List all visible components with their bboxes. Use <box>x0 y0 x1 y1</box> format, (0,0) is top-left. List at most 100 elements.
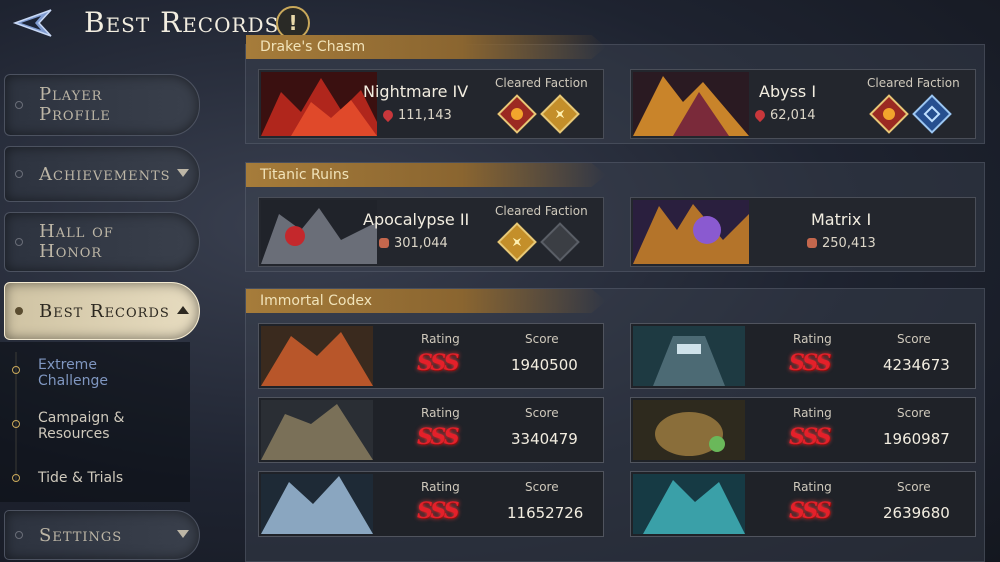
rating-label: Rating <box>793 480 832 494</box>
section-banner: Titanic Ruins <box>246 163 606 187</box>
back-arrow-icon <box>12 9 52 37</box>
rating-label: Rating <box>793 406 832 420</box>
nav-dot-icon <box>15 101 23 109</box>
power-value: 62,014 <box>752 107 816 123</box>
faction-frost-icon <box>912 94 952 134</box>
codex-record-card[interactable]: Rating SSS Score 4234673 <box>630 323 976 389</box>
section-drakes-chasm: Drake's Chasm Nightmare IV 111,143 Clear… <box>245 35 985 144</box>
codex-record-card[interactable]: Rating SSS Score 11652726 <box>258 471 604 537</box>
chevron-down-icon <box>177 169 189 177</box>
score-value: 1960987 <box>883 430 950 448</box>
sidebar-item-settings[interactable]: Settings <box>4 510 200 560</box>
submenu-item-tide-trials[interactable]: Tide & Trials <box>38 470 123 486</box>
codex-record-card[interactable]: Rating SSS Score 3340479 <box>258 397 604 463</box>
rating-label: Rating <box>421 406 460 420</box>
record-card[interactable]: Nightmare IV 111,143 Cleared Faction <box>258 69 604 139</box>
boss-name: Matrix I <box>811 210 872 229</box>
power-value: 111,143 <box>380 107 452 123</box>
records-panel: Drake's Chasm Nightmare IV 111,143 Clear… <box>245 35 985 562</box>
score-value: 1940500 <box>511 356 578 374</box>
faction-fire-icon <box>869 94 909 134</box>
boss-name: Nightmare IV <box>363 82 469 101</box>
info-button[interactable]: ! <box>276 6 310 40</box>
boss-portrait-image <box>633 474 745 534</box>
boss-portrait-image <box>261 400 373 460</box>
codex-record-card[interactable]: Rating SSS Score 1940500 <box>258 323 604 389</box>
rating-label: Rating <box>421 480 460 494</box>
rating-badge: SSS <box>417 424 460 450</box>
rating-badge: SSS <box>417 498 460 524</box>
sidebar-item-best-records[interactable]: Best Records <box>4 282 200 340</box>
boss-portrait-image <box>261 72 377 136</box>
cleared-faction-label: Cleared Faction <box>867 76 960 90</box>
score-label: Score <box>525 480 559 494</box>
power-icon <box>807 238 817 248</box>
boss-name: Abyss I <box>759 82 817 101</box>
sidebar-item-player-profile[interactable]: Player Profile <box>4 74 200 136</box>
rating-label: Rating <box>421 332 460 346</box>
faction-fire-icon <box>497 94 537 134</box>
back-button[interactable] <box>8 4 58 42</box>
submenu-item-extreme-challenge[interactable]: Extreme Challenge <box>38 357 128 389</box>
power-value: 250,413 <box>807 236 876 251</box>
boss-portrait-image <box>261 474 373 534</box>
codex-record-card[interactable]: Rating SSS Score 1960987 <box>630 397 976 463</box>
record-card[interactable]: Abyss I 62,014 Cleared Faction <box>630 69 976 139</box>
sidebar-item-label: Best Records <box>39 300 170 322</box>
record-card[interactable]: Apocalypse II 301,044 Cleared Faction <box>258 197 604 267</box>
codex-record-card[interactable]: Rating SSS Score 2639680 <box>630 471 976 537</box>
cleared-faction-label: Cleared Faction <box>495 76 588 90</box>
boss-portrait-image <box>261 200 377 264</box>
score-value: 2639680 <box>883 504 950 522</box>
score-label: Score <box>525 406 559 420</box>
power-icon <box>380 107 396 123</box>
faction-light-icon <box>497 222 537 262</box>
sidebar-item-label: Hall of Honor <box>39 221 114 262</box>
boss-portrait-image <box>633 72 749 136</box>
submenu-dot-icon <box>12 474 20 482</box>
rating-badge: SSS <box>789 350 832 376</box>
power-icon <box>752 107 768 123</box>
boss-name: Apocalypse II <box>363 210 470 229</box>
rating-badge: SSS <box>789 424 832 450</box>
power-value: 301,044 <box>379 236 448 251</box>
sidebar-item-hall-of-honor[interactable]: Hall of Honor <box>4 212 200 272</box>
sidebar-item-achievements[interactable]: Achievements <box>4 146 200 202</box>
submenu-item-campaign-resources[interactable]: Campaign & Resources <box>38 410 148 442</box>
score-label: Score <box>525 332 559 346</box>
boss-portrait-image <box>633 200 749 264</box>
section-immortal-codex: Immortal Codex Rating SSS Score 1940500 … <box>245 288 985 562</box>
sidebar: Player Profile Achievements Hall of Hono… <box>0 66 210 562</box>
section-banner: Drake's Chasm <box>246 35 606 59</box>
section-titanic-ruins: Titanic Ruins Apocalypse II 301,044 Clea… <box>245 162 985 272</box>
submenu-dot-icon <box>12 366 20 374</box>
faction-empty-icon <box>540 222 580 262</box>
nav-dot-icon <box>15 531 23 539</box>
cleared-faction-label: Cleared Faction <box>495 204 588 218</box>
score-value: 3340479 <box>511 430 578 448</box>
record-card[interactable]: Matrix I 250,413 <box>630 197 976 267</box>
chevron-up-icon <box>177 306 189 314</box>
nav-dot-icon <box>15 238 23 246</box>
score-label: Score <box>897 332 931 346</box>
boss-portrait-image <box>261 326 373 386</box>
rating-label: Rating <box>793 332 832 346</box>
sidebar-item-label: Settings <box>39 524 123 546</box>
sidebar-item-label: Player Profile <box>39 84 111 125</box>
score-value: 4234673 <box>883 356 950 374</box>
score-value: 11652726 <box>507 504 584 522</box>
submenu-dot-icon <box>12 420 20 428</box>
rating-badge: SSS <box>789 498 832 524</box>
nav-dot-icon <box>15 170 23 178</box>
boss-portrait-image <box>633 400 745 460</box>
sidebar-item-label: Achievements <box>39 163 171 185</box>
rating-badge: SSS <box>417 350 460 376</box>
score-label: Score <box>897 480 931 494</box>
faction-light-icon <box>540 94 580 134</box>
boss-portrait-image <box>633 326 745 386</box>
power-icon <box>379 238 389 248</box>
score-label: Score <box>897 406 931 420</box>
nav-dot-icon <box>15 307 23 315</box>
section-banner: Immortal Codex <box>246 289 606 313</box>
page-title: Best Records <box>84 6 280 39</box>
